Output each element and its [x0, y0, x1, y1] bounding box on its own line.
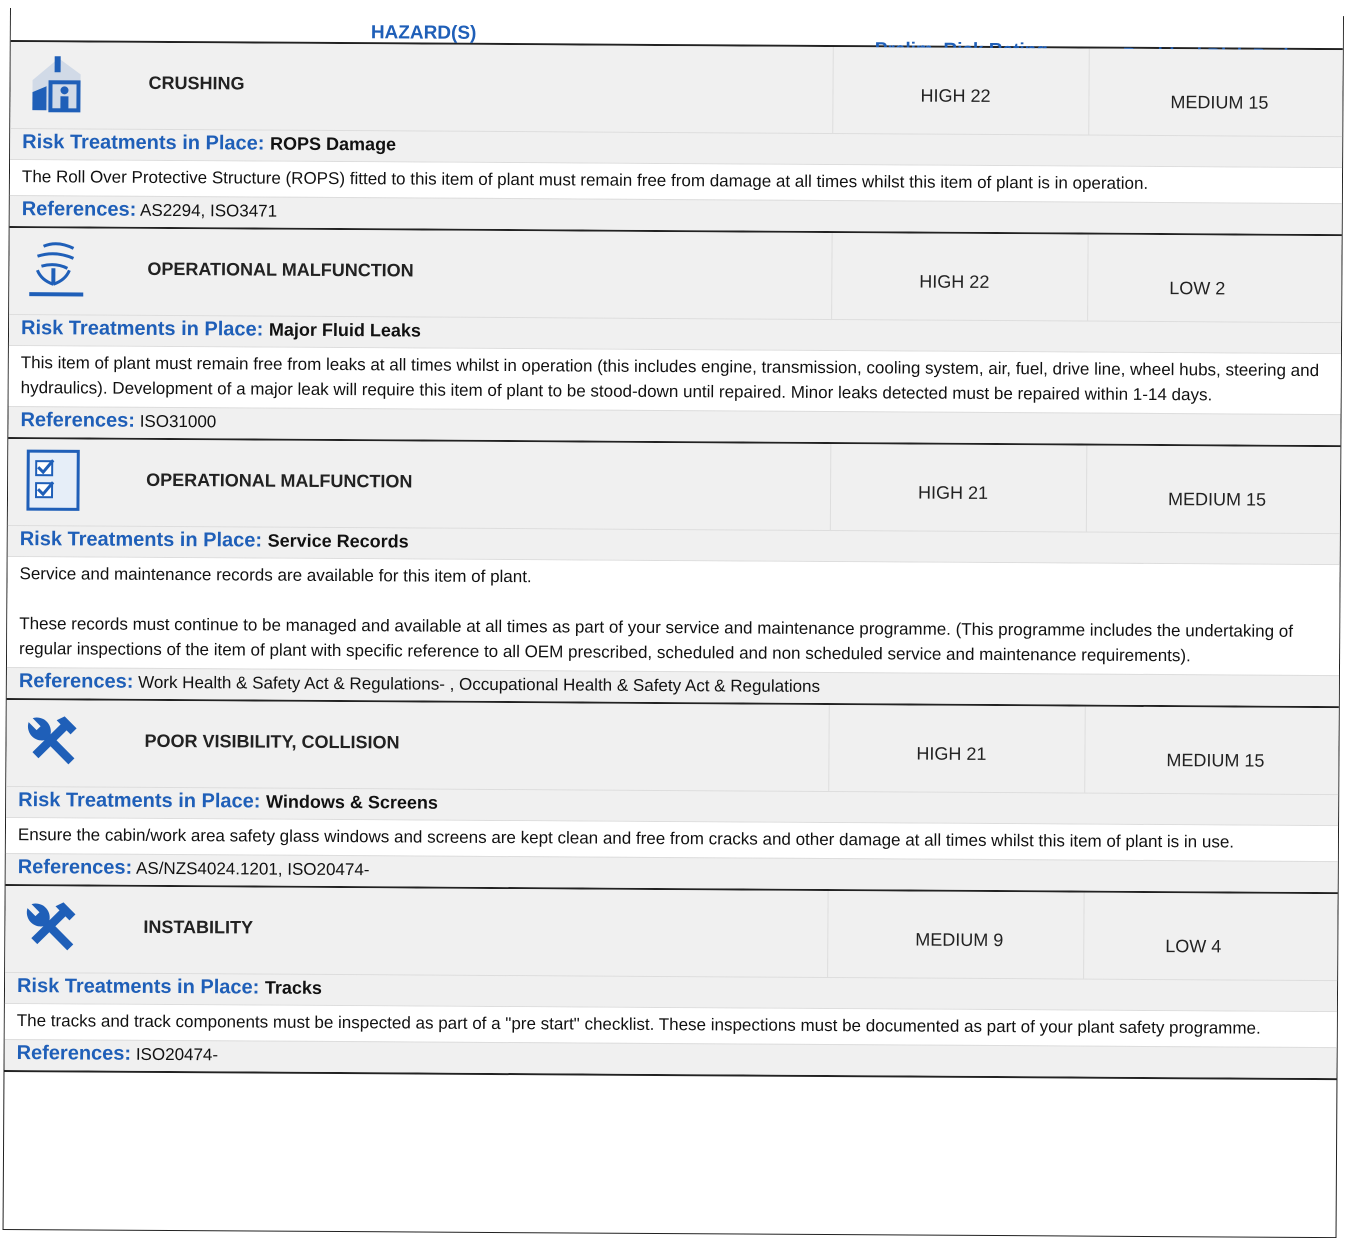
- treatment-name: Tracks: [264, 977, 323, 998]
- prelim-rating: MEDIUM 9: [915, 929, 1004, 951]
- fluid-leak-icon: [29, 242, 84, 297]
- hazard-row: OPERATIONAL MALFUNCTION HIGH 21 MEDIUM 1…: [6, 438, 1341, 709]
- residual-rating: MEDIUM 15: [1167, 489, 1267, 510]
- hazard-row: CRUSHING HIGH 22 MEDIUM 15 Risk Treatmen…: [9, 42, 1343, 237]
- description-paragraph: The tracks and track components must be …: [16, 1011, 1261, 1038]
- checklist-icon: [26, 449, 80, 511]
- description-paragraph: These records must continue to be manage…: [19, 614, 1294, 666]
- hazard-name: OPERATIONAL MALFUNCTION: [146, 469, 413, 492]
- residual-rating: MEDIUM 15: [1166, 750, 1265, 771]
- references-value: Work Health & Safety Act & Regulations- …: [138, 672, 821, 696]
- references-label: References:: [21, 198, 137, 221]
- treatment-label: Risk Treatments in Place:: [19, 528, 263, 552]
- treatment-name: Service Records: [267, 530, 409, 552]
- prelim-rating: HIGH 21: [917, 482, 989, 503]
- description-paragraph: Ensure the cabin/work area safety glass …: [17, 825, 1235, 852]
- hazard-row: OPERATIONAL MALFUNCTION HIGH 22 LOW 2 Ri…: [8, 228, 1342, 448]
- description-paragraph: Service and maintenance records are avai…: [19, 564, 532, 587]
- references-value: ISO20474-: [135, 1044, 219, 1065]
- header-hazards: HAZARD(S): [370, 22, 477, 44]
- references-value: AS2294, ISO3471: [140, 200, 278, 221]
- references-value: ISO31000: [139, 411, 217, 432]
- hazard-row: POOR VISIBILITY, COLLISION HIGH 21 MEDIU…: [5, 699, 1339, 895]
- treatment-label: Risk Treatments in Place:: [18, 789, 261, 813]
- prelim-rating: HIGH 22: [920, 85, 991, 106]
- tools-icon: [26, 902, 76, 951]
- hazard-name: INSTABILITY: [143, 916, 254, 938]
- references-label: References:: [18, 670, 134, 693]
- description-paragraph: This item of plant must remain free from…: [20, 353, 1320, 405]
- treatment-name: Windows & Screens: [265, 791, 438, 813]
- description-paragraph: The Roll Over Protective Structure (ROPS…: [21, 167, 1149, 193]
- treatment-description: This item of plant must remain free from…: [8, 345, 1341, 415]
- tools-icon: [28, 716, 77, 765]
- treatment-label: Risk Treatments in Place:: [22, 131, 265, 155]
- residual-rating: LOW 2: [1169, 278, 1226, 299]
- hazard-name: POOR VISIBILITY, COLLISION: [144, 730, 400, 753]
- residual-rating: LOW 4: [1165, 936, 1222, 957]
- hazard-name: OPERATIONAL MALFUNCTION: [147, 258, 414, 281]
- references-label: References:: [20, 409, 136, 432]
- treatment-label: Risk Treatments in Place:: [20, 317, 264, 341]
- treatment-name: Major Fluid Leaks: [268, 319, 422, 341]
- hazard-table: HAZARD(S) Prelim. Risk Rating Residual R…: [2, 8, 1344, 1238]
- residual-rating: MEDIUM 15: [1170, 92, 1269, 113]
- treatment-description: Service and maintenance records are avai…: [6, 556, 1340, 676]
- treatment-label: Risk Treatments in Place:: [16, 975, 260, 999]
- hazard-row: INSTABILITY MEDIUM 9 LOW 4 Risk Treatmen…: [4, 885, 1338, 1081]
- references-label: References:: [16, 1042, 132, 1065]
- treatment-name: ROPS Damage: [270, 133, 397, 155]
- references-label: References:: [17, 856, 133, 879]
- references-value: AS/NZS4024.1201, ISO20474-: [136, 858, 370, 880]
- prelim-rating: HIGH 22: [919, 271, 990, 292]
- hazard-name: CRUSHING: [148, 72, 245, 94]
- prelim-rating: HIGH 21: [916, 743, 987, 764]
- crushing-icon: [32, 56, 81, 113]
